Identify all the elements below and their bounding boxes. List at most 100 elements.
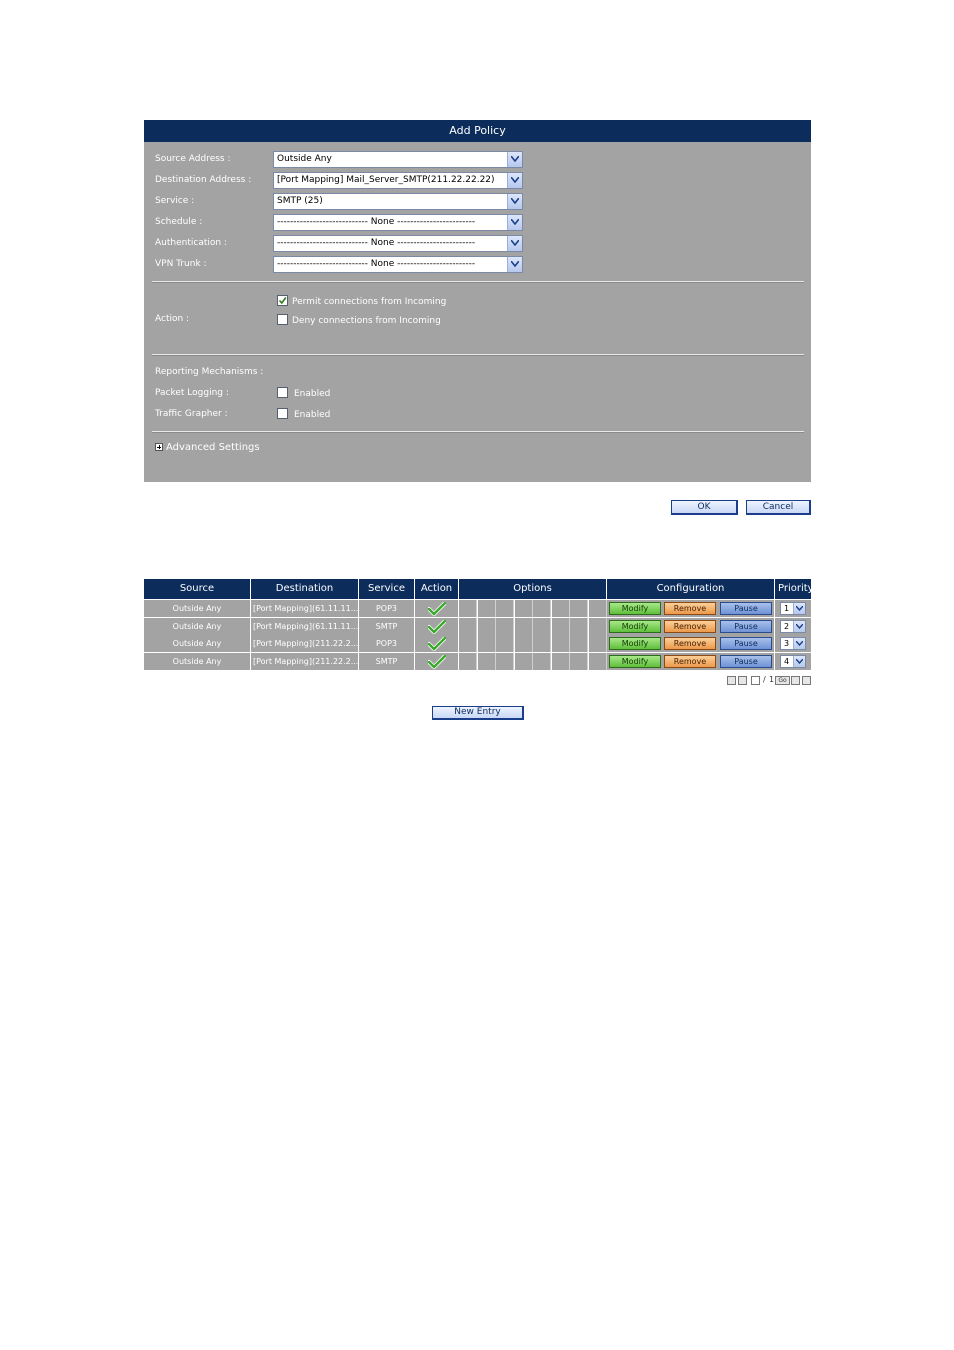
table-row: Outside Any [Port Mapping](61.11.11.... PO…	[144, 600, 811, 617]
option-cell	[570, 618, 588, 635]
action-label: Action :	[155, 314, 190, 324]
priority-select[interactable]: 4	[780, 655, 806, 668]
page-input[interactable]	[751, 676, 760, 685]
chevron-down-icon[interactable]	[793, 638, 805, 649]
option-cell	[459, 618, 477, 635]
advanced-settings-link[interactable]: Advanced Settings	[166, 442, 260, 453]
chevron-down-icon[interactable]	[793, 656, 805, 667]
priority-select[interactable]: 1	[780, 602, 806, 615]
remove-button[interactable]: Remove	[664, 602, 716, 615]
field-schedule: Schedule : ---------------------------- …	[144, 214, 811, 232]
header-priority: Priority	[778, 583, 811, 594]
schedule-select[interactable]: ---------------------------- None ------…	[273, 214, 523, 231]
source-address-select[interactable]: Outside Any	[273, 151, 523, 168]
option-cell	[514, 653, 533, 670]
destination-address-select[interactable]: [Port Mapping] Mail_Server_SMTP(211.22.2…	[273, 172, 523, 189]
modify-button[interactable]: Modify	[609, 602, 661, 615]
go-button[interactable]: Go	[775, 676, 790, 685]
prev-page-icon[interactable]	[738, 676, 747, 685]
first-page-icon[interactable]	[727, 676, 736, 685]
priority-value: 3	[784, 639, 790, 648]
cell-configuration: Modify Remove Pause	[607, 600, 775, 617]
packet-logging-checkbox[interactable]	[277, 387, 288, 398]
cell-service: SMTP	[359, 618, 415, 635]
new-entry-button[interactable]: New Entry	[432, 706, 524, 720]
cell-destination: [Port Mapping](211.22.2...	[251, 635, 359, 652]
option-cell	[551, 618, 570, 635]
option-cell	[496, 600, 514, 617]
chevron-down-icon[interactable]	[793, 603, 805, 614]
permit-label: Permit connections from Incoming	[292, 297, 447, 307]
chevron-down-icon[interactable]	[507, 215, 522, 230]
ok-button[interactable]: OK	[671, 500, 738, 515]
table-row: Outside Any [Port Mapping](211.22.2... SMT…	[144, 653, 811, 670]
packet-logging-value: Enabled	[294, 389, 331, 399]
option-cell	[588, 635, 607, 652]
chevron-down-icon[interactable]	[507, 152, 522, 167]
divider	[152, 354, 804, 356]
authentication-select[interactable]: ---------------------------- None ------…	[273, 235, 523, 252]
remove-button[interactable]: Remove	[664, 620, 716, 633]
field-label: Source Address :	[155, 154, 231, 164]
field-label: VPN Trunk :	[155, 259, 207, 269]
chevron-down-icon[interactable]	[507, 194, 522, 209]
panel-title: Add Policy	[144, 120, 811, 142]
select-value: Outside Any	[277, 154, 332, 164]
vpn-trunk-select[interactable]: ---------------------------- None ------…	[273, 256, 523, 273]
reporting-label: Reporting Mechanisms :	[155, 367, 264, 377]
pause-button[interactable]: Pause	[720, 602, 772, 615]
traffic-grapher-value: Enabled	[294, 410, 331, 420]
modify-button[interactable]: Modify	[609, 637, 661, 650]
option-cell	[477, 618, 496, 635]
option-cell	[551, 653, 570, 670]
option-cell	[514, 635, 533, 652]
cell-priority: 2	[775, 618, 811, 635]
priority-select[interactable]: 3	[780, 637, 806, 650]
header-service: Service	[359, 579, 415, 599]
option-cell	[551, 635, 570, 652]
option-cell	[570, 653, 588, 670]
cell-source: Outside Any	[144, 635, 251, 652]
pause-button[interactable]: Pause	[720, 637, 772, 650]
field-authentication: Authentication : -----------------------…	[144, 235, 811, 253]
pager-separator: /	[763, 675, 766, 684]
cell-destination: [Port Mapping](61.11.11....	[251, 618, 359, 635]
cancel-button[interactable]: Cancel	[746, 500, 811, 515]
priority-select[interactable]: 2	[780, 620, 806, 633]
header-destination: Destination	[251, 579, 359, 599]
cell-configuration: Modify Remove Pause	[607, 635, 775, 652]
cell-service: POP3	[359, 635, 415, 652]
pause-button[interactable]: Pause	[720, 620, 772, 633]
last-page-icon[interactable]	[802, 676, 811, 685]
field-label: Destination Address :	[155, 175, 252, 185]
option-cell	[514, 618, 533, 635]
remove-button[interactable]: Remove	[664, 637, 716, 650]
option-cell	[477, 653, 496, 670]
chevron-down-icon[interactable]	[507, 257, 522, 272]
service-select[interactable]: SMTP (25)	[273, 193, 523, 210]
cell-configuration: Modify Remove Pause	[607, 653, 775, 670]
table-row: Outside Any [Port Mapping](211.22.2... POP…	[144, 635, 811, 652]
traffic-grapher-checkbox[interactable]	[277, 408, 288, 419]
option-cell	[570, 600, 588, 617]
cell-action	[415, 600, 459, 617]
deny-label: Deny connections from Incoming	[292, 316, 441, 326]
option-cell	[477, 635, 496, 652]
chevron-down-icon[interactable]	[507, 236, 522, 251]
modify-button[interactable]: Modify	[609, 620, 661, 633]
remove-button[interactable]: Remove	[664, 655, 716, 668]
pause-button[interactable]: Pause	[720, 655, 772, 668]
cell-action	[415, 618, 459, 635]
option-cell	[588, 653, 607, 670]
modify-button[interactable]: Modify	[609, 655, 661, 668]
chevron-down-icon[interactable]	[793, 621, 805, 632]
chevron-down-icon[interactable]	[507, 173, 522, 188]
cell-priority: 1	[775, 600, 811, 617]
next-page-icon[interactable]	[791, 676, 800, 685]
option-cell	[496, 618, 514, 635]
permit-checkbox[interactable]	[277, 295, 288, 306]
deny-checkbox[interactable]	[277, 314, 288, 325]
cell-destination: [Port Mapping](211.22.2...	[251, 653, 359, 670]
field-service: Service : SMTP (25)	[144, 193, 811, 211]
plus-icon[interactable]	[155, 443, 163, 451]
